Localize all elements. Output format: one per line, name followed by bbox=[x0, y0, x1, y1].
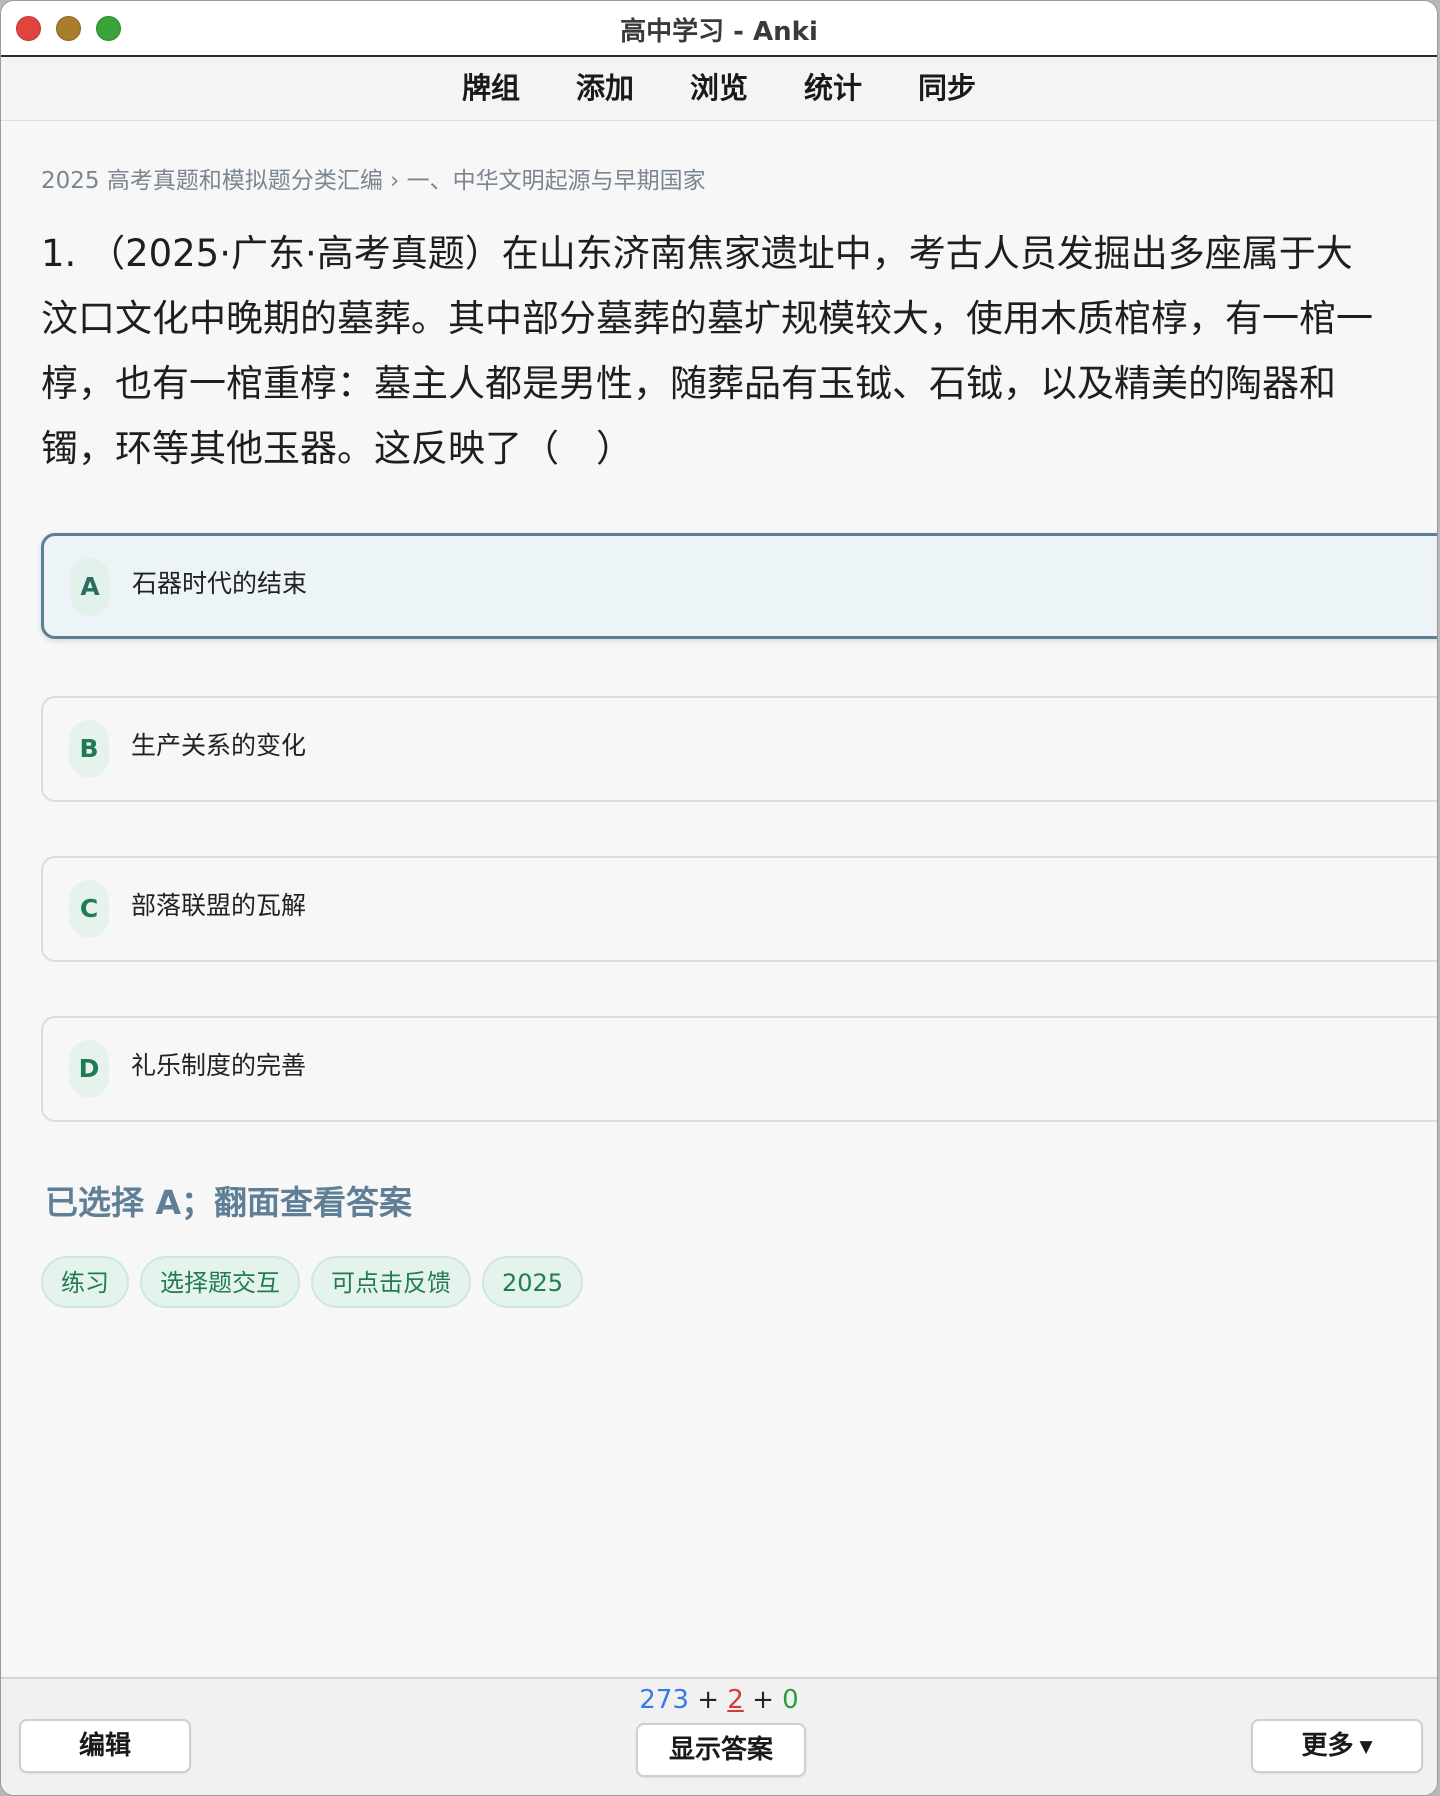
nav-stats[interactable]: 统计 bbox=[776, 65, 890, 107]
option-text: 部落联盟的瓦解 bbox=[131, 891, 307, 920]
question-text: 1. （2025·广东·高考真题）在山东济南焦家遗址中，考古人员发掘出多座属于大… bbox=[41, 232, 1373, 470]
option-text: 礼乐制度的完善 bbox=[131, 1051, 307, 1080]
tag-chip: 可点击反馈 bbox=[311, 1256, 471, 1308]
option-letter-badge: C bbox=[69, 880, 109, 938]
nav-decks[interactable]: 牌组 bbox=[434, 65, 548, 107]
more-button[interactable]: 更多 ▼ bbox=[1251, 1719, 1423, 1773]
review-count: 0 bbox=[782, 1685, 799, 1715]
count-separator: + bbox=[752, 1685, 774, 1715]
option-c[interactable]: C 部落联盟的瓦解 bbox=[41, 856, 1437, 962]
tag-chip: 练习 bbox=[41, 1256, 129, 1308]
top-toolbar: 牌组 添加 浏览 统计 同步 bbox=[1, 57, 1437, 121]
option-text: 生产关系的变化 bbox=[131, 731, 307, 760]
option-text: 石器时代的结束 bbox=[132, 569, 308, 598]
new-count: 273 bbox=[639, 1685, 689, 1715]
option-letter-badge: D bbox=[69, 1040, 109, 1098]
learn-count: 2 bbox=[727, 1685, 744, 1715]
option-letter-badge: B bbox=[69, 720, 109, 778]
window-title: 高中学习 - Anki bbox=[620, 17, 818, 47]
count-separator: + bbox=[697, 1685, 719, 1715]
selection-status: 已选择 A；翻面查看答案 bbox=[45, 1183, 413, 1222]
anki-window: 高中学习 - Anki 牌组 添加 浏览 统计 同步 2025 高考真题和模拟题… bbox=[0, 0, 1438, 1796]
due-counts: 273 + 2 + 0 bbox=[1, 1685, 1437, 1715]
option-b[interactable]: B 生产关系的变化 bbox=[41, 696, 1437, 802]
option-d[interactable]: D 礼乐制度的完善 bbox=[41, 1016, 1437, 1122]
show-answer-button[interactable]: 显示答案 bbox=[636, 1723, 806, 1777]
deck-breadcrumb: 2025 高考真题和模拟题分类汇编 › 一、中华文明起源与早期国家 bbox=[41, 168, 706, 194]
title-bar: 高中学习 - Anki bbox=[1, 1, 1437, 57]
option-a[interactable]: A 石器时代的结束 bbox=[41, 533, 1437, 639]
nav-sync[interactable]: 同步 bbox=[890, 65, 1004, 107]
edit-button[interactable]: 编辑 bbox=[19, 1719, 191, 1773]
more-button-label: 更多 bbox=[1301, 1731, 1354, 1761]
caret-down-icon: ▼ bbox=[1359, 1737, 1373, 1757]
bottom-bar: 273 + 2 + 0 编辑 显示答案 更多 ▼ bbox=[1, 1677, 1437, 1795]
tag-chip: 2025 bbox=[482, 1256, 584, 1308]
tag-list: 练习 选择题交互 可点击反馈 2025 bbox=[41, 1256, 584, 1308]
tag-chip: 选择题交互 bbox=[140, 1256, 300, 1308]
card-area: 2025 高考真题和模拟题分类汇编 › 一、中华文明起源与早期国家 1. （20… bbox=[1, 121, 1437, 1677]
nav-add[interactable]: 添加 bbox=[548, 65, 662, 107]
nav-browse[interactable]: 浏览 bbox=[662, 65, 776, 107]
option-letter-badge: A bbox=[70, 558, 110, 616]
